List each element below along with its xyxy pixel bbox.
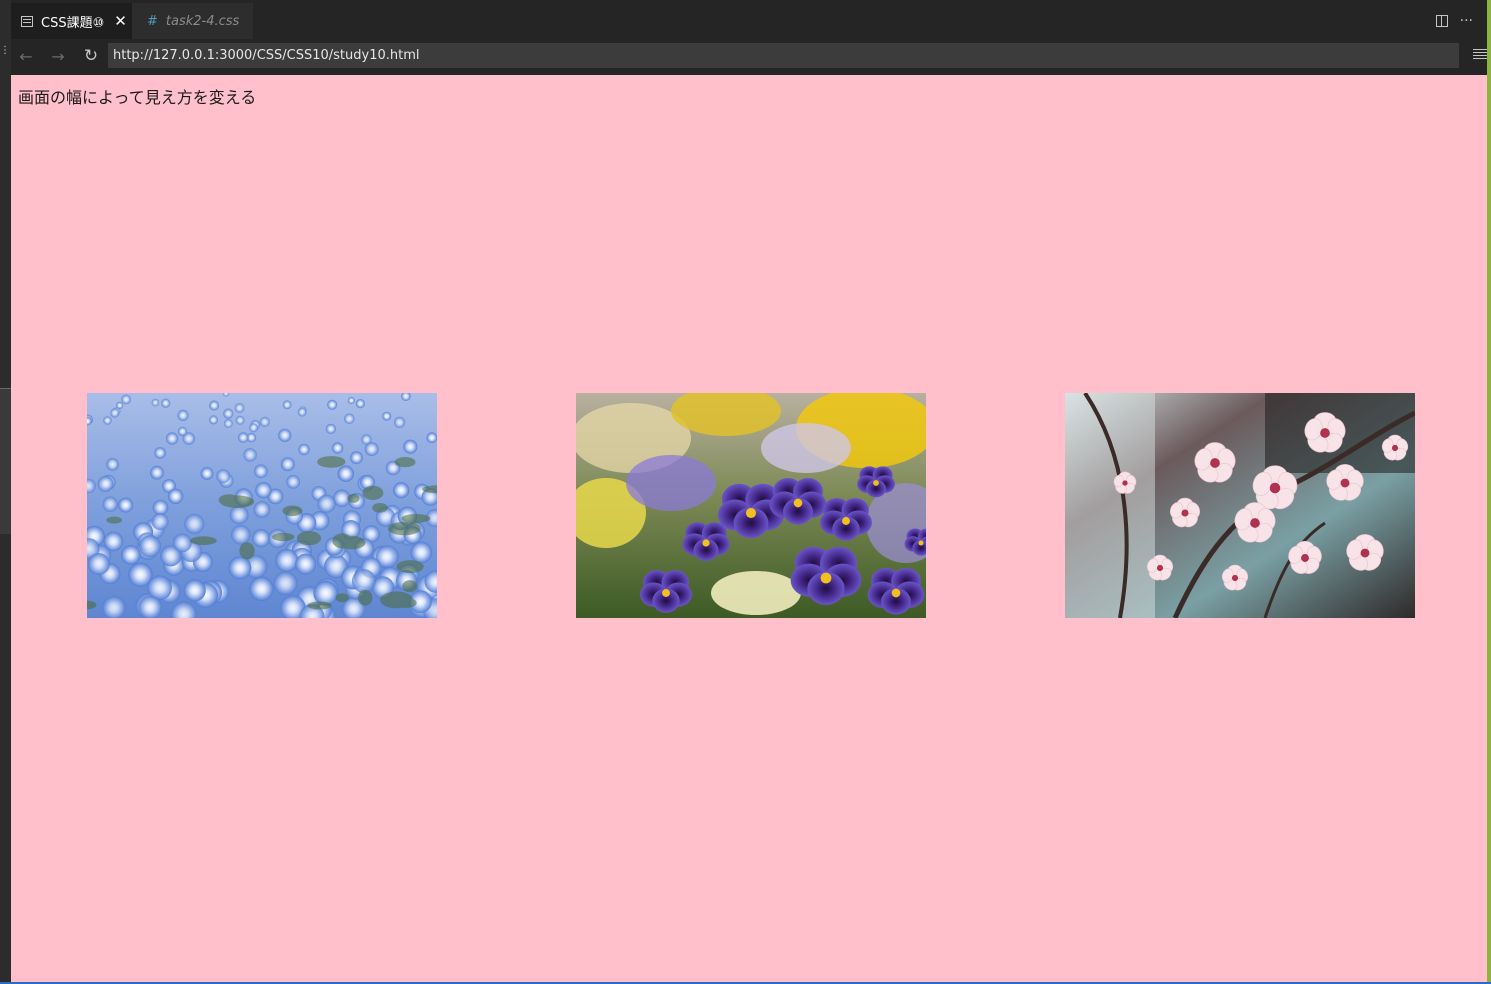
tab-label: task2-4.css: [165, 13, 240, 29]
tab-actions: ···: [1435, 3, 1473, 39]
editor-window: ⋮ CSS課題⑩ ✕ # task2-4.css ··· ← → ↻ 画面の幅に…: [0, 0, 1491, 984]
page-viewport: 画面の幅によって見え方を変える: [11, 75, 1487, 982]
preview-icon: [21, 15, 33, 27]
tab-bar: CSS課題⑩ ✕ # task2-4.css ···: [11, 3, 1487, 39]
tab-label: CSS課題⑩: [41, 15, 105, 31]
reload-icon[interactable]: ↻: [79, 44, 103, 68]
more-dots-icon[interactable]: ⋮: [0, 46, 10, 56]
url-input[interactable]: [108, 43, 1459, 68]
close-icon[interactable]: ✕: [114, 13, 127, 29]
forward-arrow-icon[interactable]: →: [46, 44, 70, 68]
pansy-photo: [576, 393, 926, 618]
nemophila-photo: [87, 393, 437, 618]
cherry-blossom-photo: [1065, 393, 1415, 618]
more-actions-icon[interactable]: ···: [1460, 13, 1473, 29]
back-arrow-icon[interactable]: ←: [14, 44, 38, 68]
page-heading: 画面の幅によって見え方を変える: [18, 88, 257, 107]
browser-nav-bar: ← → ↻: [11, 39, 1487, 73]
window-edge-accent: [1487, 0, 1491, 984]
css-hash-icon: #: [147, 13, 158, 29]
activity-gutter: ⋮: [0, 0, 11, 984]
hamburger-menu-icon[interactable]: [1473, 47, 1487, 61]
gutter-scroll-indicator: [0, 388, 11, 534]
tab-css-file[interactable]: # task2-4.css: [132, 3, 253, 39]
tab-preview[interactable]: CSS課題⑩ ✕: [11, 3, 132, 39]
split-editor-icon[interactable]: [1435, 15, 1448, 27]
